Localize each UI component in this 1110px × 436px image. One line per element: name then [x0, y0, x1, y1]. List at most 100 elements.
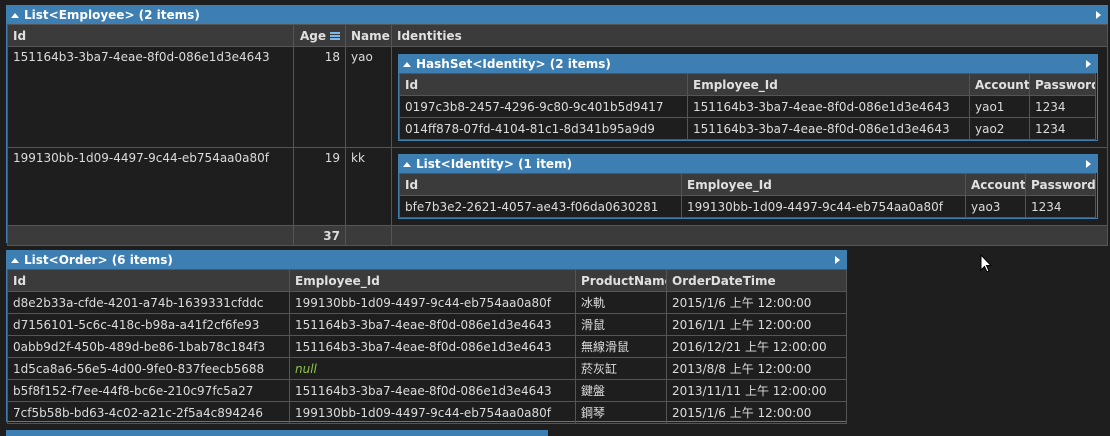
employee-panel: List<Employee> (2 items) Id Age Name Ide…: [6, 5, 1108, 246]
employee-age: 19: [293, 147, 346, 226]
identities-cell: List<Identity> (1 item) Id Employee_Id A…: [391, 147, 1108, 226]
order-id: 7cf5b58b-bd63-4c02-a21c-2f5a4c894246: [7, 401, 290, 424]
collapse-icon[interactable]: [11, 13, 19, 18]
table-row: 199130bb-1d09-4497-9c44-eb754aa0a80f 19 …: [7, 147, 1108, 226]
employee-id: 151164b3-3ba7-4eae-8f0d-086e1d3e4643: [7, 46, 294, 148]
order-employee-id: 199130bb-1d09-4497-9c44-eb754aa0a80f: [289, 291, 576, 314]
column-header-age[interactable]: Age: [293, 24, 346, 47]
column-header-employee-id[interactable]: Employee_Id: [289, 269, 576, 292]
order-product-name: 鋼琴: [575, 401, 667, 424]
column-header-identities[interactable]: Identities: [391, 24, 1108, 47]
order-product-name: 鍵盤: [575, 379, 667, 402]
expand-arrow-icon[interactable]: [1086, 60, 1091, 68]
column-header-name[interactable]: Name: [345, 24, 392, 47]
collapse-icon[interactable]: [403, 62, 411, 67]
null-value: null: [289, 357, 576, 380]
order-employee-id: 151164b3-3ba7-4eae-8f0d-086e1d3e4643: [289, 335, 576, 358]
order-product-name: 冰軌: [575, 291, 667, 314]
order-date-time: 2013/11/11 上午 12:00:00: [666, 379, 847, 402]
identity-employee-id: 151164b3-3ba7-4eae-8f0d-086e1d3e4643: [687, 117, 970, 140]
employee-id: 199130bb-1d09-4497-9c44-eb754aa0a80f: [7, 147, 294, 226]
identities-panel-title: HashSet<Identity> (2 items): [416, 57, 611, 71]
identity-employee-id: 151164b3-3ba7-4eae-8f0d-086e1d3e4643: [687, 95, 970, 118]
employee-name: yao: [345, 46, 392, 148]
table-row: d7156101-5c6c-418c-b98a-a41f2cf6fe93 151…: [7, 313, 847, 336]
order-panel-title: List<Order> (6 items): [24, 253, 173, 267]
table-row: 0abb9d2f-450b-489d-be86-1bab78c184f3 151…: [7, 335, 847, 358]
identities-panel-title: List<Identity> (1 item): [416, 157, 573, 171]
identities-panel: List<Identity> (1 item) Id Employee_Id A…: [398, 154, 1098, 219]
column-header-id[interactable]: Id: [7, 269, 290, 292]
column-header-id[interactable]: Id: [399, 73, 688, 96]
table-row: b5f8f152-f7ee-44f8-bc6e-210c97fc5a27 151…: [7, 379, 847, 402]
identities-cell: HashSet<Identity> (2 items) Id Employee_…: [391, 46, 1108, 148]
order-id: d7156101-5c6c-418c-b98a-a41f2cf6fe93: [7, 313, 290, 336]
mouse-cursor-icon: [980, 253, 993, 273]
collapse-icon[interactable]: [403, 162, 411, 167]
identity-account: yao3: [965, 195, 1026, 218]
order-employee-id: 199130bb-1d09-4497-9c44-eb754aa0a80f: [289, 401, 576, 424]
column-header-product-name[interactable]: ProductName: [575, 269, 667, 292]
order-id: 0abb9d2f-450b-489d-be86-1bab78c184f3: [7, 335, 290, 358]
order-date-time: 2016/1/1 上午 12:00:00: [666, 313, 847, 336]
identity-password: 1234: [1025, 195, 1096, 218]
employee-name: kk: [345, 147, 392, 226]
employee-age: 18: [293, 46, 346, 148]
table-row: d8e2b33a-cfde-4201-a74b-1639331cfddc 199…: [7, 291, 847, 314]
column-header-password[interactable]: Password: [1025, 173, 1096, 196]
column-header-id[interactable]: Id: [7, 24, 294, 47]
identity-account: yao2: [969, 117, 1030, 140]
table-row: 7cf5b58b-bd63-4c02-a21c-2f5a4c894246 199…: [7, 401, 847, 424]
order-panel-header[interactable]: List<Order> (6 items): [7, 251, 846, 269]
column-header-password[interactable]: Password: [1029, 73, 1096, 96]
order-employee-id: 151164b3-3ba7-4eae-8f0d-086e1d3e4643: [289, 313, 576, 336]
column-header-order-date-time[interactable]: OrderDateTime: [666, 269, 847, 292]
total-cell-empty: [345, 225, 392, 246]
table-row: 1d5ca8a6-56e5-4d00-9fe0-837feecb5688 nul…: [7, 357, 847, 380]
order-panel: List<Order> (6 items) Id Employee_Id Pro…: [6, 250, 847, 424]
identities-panel: HashSet<Identity> (2 items) Id Employee_…: [398, 54, 1098, 141]
column-header-employee-id[interactable]: Employee_Id: [681, 173, 966, 196]
table-row: 151164b3-3ba7-4eae-8f0d-086e1d3e4643 18 …: [7, 46, 1108, 148]
identity-employee-id: 199130bb-1d09-4497-9c44-eb754aa0a80f: [681, 195, 966, 218]
sort-icon[interactable]: [330, 31, 340, 40]
identities-panel-header[interactable]: HashSet<Identity> (2 items): [399, 55, 1097, 73]
identity-id: 0197c3b8-2457-4296-9c80-9c401b5d9417: [399, 95, 688, 118]
identities-table: Id Employee_Id Account Password bfe7b3e2…: [399, 173, 1096, 218]
order-id: d8e2b33a-cfde-4201-a74b-1639331cfddc: [7, 291, 290, 314]
expand-arrow-icon[interactable]: [835, 256, 840, 264]
table-row: 0197c3b8-2457-4296-9c80-9c401b5d9417 151…: [399, 95, 1096, 118]
column-header-id[interactable]: Id: [399, 173, 682, 196]
identity-id: 014ff878-07fd-4104-81c1-8d341b95a9d9: [399, 117, 688, 140]
order-product-name: 菸灰缸: [575, 357, 667, 380]
age-total: 37: [293, 225, 346, 246]
employee-panel-title: List<Employee> (2 items): [24, 8, 200, 22]
identities-table: Id Employee_Id Account Password 0197c3b8…: [399, 73, 1096, 140]
next-panel-header-partial[interactable]: [6, 430, 548, 436]
column-header-account[interactable]: Account: [965, 173, 1026, 196]
order-employee-id: 151164b3-3ba7-4eae-8f0d-086e1d3e4643: [289, 379, 576, 402]
order-date-time: 2015/1/6 上午 12:00:00: [666, 401, 847, 424]
order-id: b5f8f152-f7ee-44f8-bc6e-210c97fc5a27: [7, 379, 290, 402]
identity-password: 1234: [1029, 117, 1096, 140]
expand-arrow-icon[interactable]: [1086, 160, 1091, 168]
expand-arrow-icon[interactable]: [1096, 11, 1101, 19]
identity-account: yao1: [969, 95, 1030, 118]
collapse-icon[interactable]: [11, 258, 19, 263]
employee-table: Id Age Name Identities 151164b3-3ba7-4ea…: [7, 24, 1108, 246]
total-cell-empty: [7, 225, 294, 246]
total-row: 37: [7, 225, 1108, 246]
column-header-employee-id[interactable]: Employee_Id: [687, 73, 970, 96]
identity-password: 1234: [1029, 95, 1096, 118]
identities-panel-header[interactable]: List<Identity> (1 item): [399, 155, 1097, 173]
order-id: 1d5ca8a6-56e5-4d00-9fe0-837feecb5688: [7, 357, 290, 380]
order-date-time: 2015/1/6 上午 12:00:00: [666, 291, 847, 314]
column-header-account[interactable]: Account: [969, 73, 1030, 96]
identity-id: bfe7b3e2-2621-4057-ae43-f06da0630281: [399, 195, 682, 218]
order-product-name: 無線滑鼠: [575, 335, 667, 358]
table-row: bfe7b3e2-2621-4057-ae43-f06da0630281 199…: [399, 195, 1096, 218]
order-product-name: 滑鼠: [575, 313, 667, 336]
total-cell-empty: [391, 225, 1108, 246]
employee-panel-header[interactable]: List<Employee> (2 items): [7, 6, 1107, 24]
order-date-time: 2016/12/21 上午 12:00:00: [666, 335, 847, 358]
